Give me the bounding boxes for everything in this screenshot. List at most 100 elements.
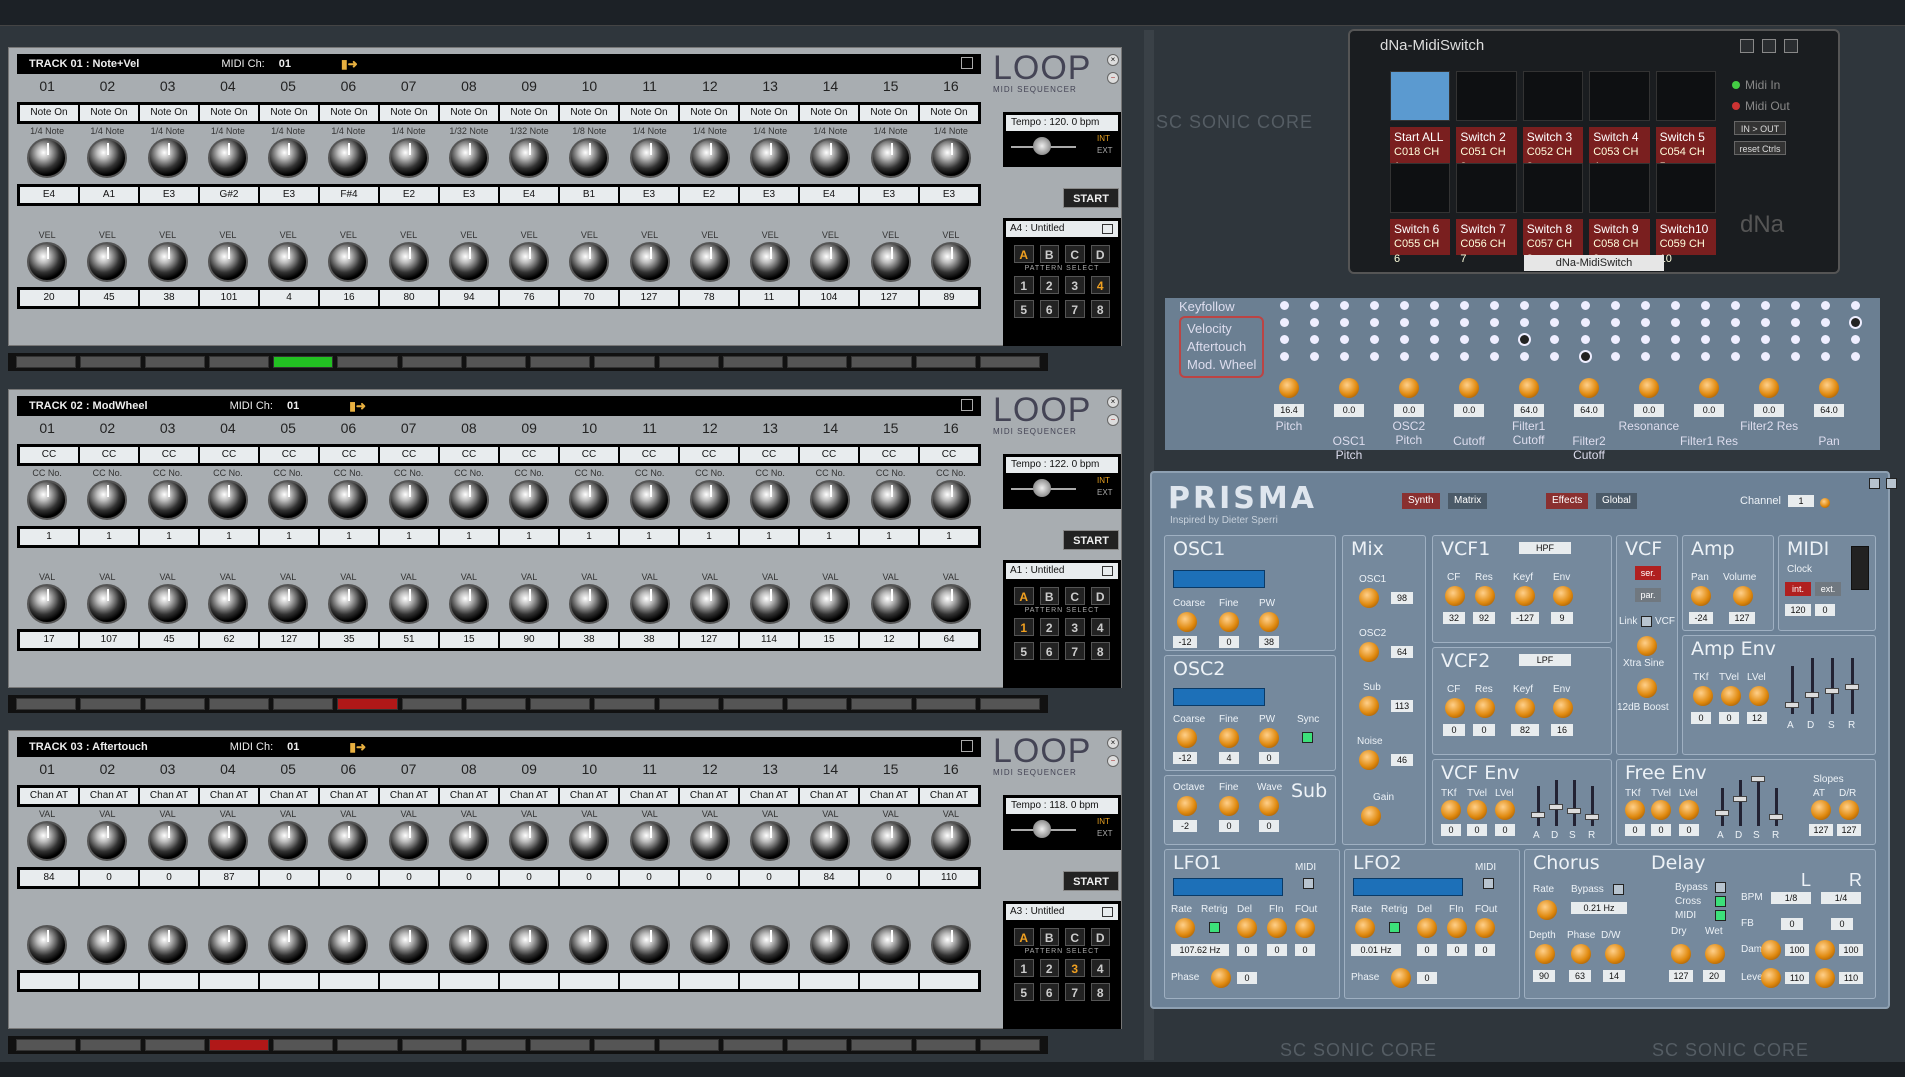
matrix-dot[interactable]	[1309, 301, 1319, 310]
mod-amount-knob[interactable]	[1819, 378, 1839, 398]
event-type-field[interactable]: CC	[560, 447, 618, 463]
osc1-fine-value[interactable]: 0	[1219, 636, 1239, 648]
lfo2-midi-toggle[interactable]	[1483, 878, 1494, 889]
pattern-number-6-button[interactable]: 6	[1039, 642, 1059, 660]
amp-volume-value[interactable]: 127	[1729, 612, 1755, 624]
matrix-dot[interactable]	[1640, 318, 1650, 327]
mod-amount-knob[interactable]	[1399, 378, 1419, 398]
event-type-field[interactable]: CC	[860, 447, 918, 463]
row2-value[interactable]: 15	[800, 632, 858, 648]
mix-noise-knob[interactable]	[1359, 750, 1379, 770]
mod-amount-value[interactable]: 0.0	[1394, 404, 1424, 417]
event-type-field[interactable]: CC	[260, 447, 318, 463]
osc2-coarse-knob[interactable]	[1177, 728, 1197, 748]
window-icon[interactable]	[961, 57, 973, 69]
delay-cross-toggle[interactable]	[1715, 896, 1726, 907]
row1-value[interactable]: 1	[200, 529, 258, 545]
row1-value[interactable]: 0	[620, 870, 678, 886]
ext-label[interactable]: EXT	[1097, 146, 1113, 155]
ext-label[interactable]: EXT	[1097, 829, 1113, 838]
delay-bypass-toggle[interactable]	[1715, 882, 1726, 893]
step-knob[interactable]	[388, 138, 429, 178]
event-type-field[interactable]: Chan AT	[20, 788, 78, 804]
mix-noise-value[interactable]: 46	[1391, 754, 1413, 766]
lfo2-retrig-toggle[interactable]	[1389, 922, 1400, 933]
freeenv-tkf-value[interactable]: 0	[1625, 824, 1645, 836]
lfo2-fout-value[interactable]: 0	[1475, 944, 1495, 956]
row2-value[interactable]	[200, 973, 258, 989]
matrix-dot[interactable]	[1791, 318, 1801, 327]
matrix-dot[interactable]	[1851, 318, 1861, 327]
step-knob[interactable]	[147, 480, 188, 520]
row1-value[interactable]: E4	[20, 187, 78, 203]
mod-amount-value[interactable]: 64.0	[1514, 404, 1544, 417]
tempo-knob[interactable]	[1033, 137, 1051, 155]
tab-matrix[interactable]: Matrix	[1448, 493, 1488, 509]
event-type-field[interactable]: Note On	[140, 105, 198, 121]
step-knob[interactable]	[930, 242, 971, 282]
step-knob[interactable]	[870, 138, 911, 178]
event-type-field[interactable]: Note On	[80, 105, 138, 121]
row2-value[interactable]: 89	[920, 290, 978, 306]
pattern-bank-d-button[interactable]: D	[1090, 245, 1110, 263]
lfo1-rate-knob[interactable]	[1175, 918, 1195, 938]
vcf2-res-knob[interactable]	[1475, 698, 1495, 718]
matrix-dot[interactable]	[1580, 301, 1590, 310]
row2-value[interactable]: 127	[260, 632, 318, 648]
step-knob[interactable]	[448, 821, 489, 861]
matrix-dot[interactable]	[1731, 352, 1741, 361]
matrix-dot[interactable]	[1700, 335, 1710, 344]
row2-value[interactable]: 107	[80, 632, 138, 648]
step-knob[interactable]	[689, 925, 730, 965]
event-type-field[interactable]: Note On	[20, 105, 78, 121]
delay-bpm-left-value[interactable]: 1/8	[1771, 892, 1811, 904]
mod-amount-knob[interactable]	[1339, 378, 1359, 398]
freeenv-dr-knob[interactable]	[1839, 800, 1859, 820]
delay-dry-value[interactable]: 127	[1669, 970, 1693, 982]
pattern-number-7-button[interactable]: 7	[1065, 300, 1085, 318]
row2-value[interactable]: 127	[680, 632, 738, 648]
matrix-dot[interactable]	[1339, 318, 1349, 327]
lfo2-del-value[interactable]: 0	[1417, 944, 1437, 956]
event-type-field[interactable]: Chan AT	[80, 788, 138, 804]
step-knob[interactable]	[27, 480, 68, 520]
row1-value[interactable]: E3	[740, 187, 798, 203]
vcf2-cf-value[interactable]: 0	[1443, 724, 1465, 736]
tab-global[interactable]: Global	[1596, 493, 1637, 509]
chorus-depth-value[interactable]: 90	[1533, 970, 1555, 982]
freeenv-dr-value[interactable]: 127	[1837, 824, 1861, 836]
step-knob[interactable]	[629, 138, 670, 178]
vcf1-keyf-knob[interactable]	[1515, 586, 1535, 606]
start-button[interactable]: START	[1063, 871, 1119, 891]
row2-value[interactable]	[800, 973, 858, 989]
matrix-dot[interactable]	[1520, 335, 1530, 344]
matrix-dot[interactable]	[1520, 301, 1530, 310]
pattern-number-5-button[interactable]: 5	[1014, 642, 1034, 660]
step-knob[interactable]	[207, 821, 248, 861]
vcfenv-r-fader[interactable]	[1591, 786, 1594, 826]
event-type-field[interactable]: Note On	[200, 105, 258, 121]
lfo1-phase-knob[interactable]	[1211, 968, 1231, 988]
step-knob[interactable]	[569, 584, 610, 624]
step-knob[interactable]	[810, 138, 851, 178]
pattern-number-6-button[interactable]: 6	[1039, 300, 1059, 318]
step-knob[interactable]	[930, 480, 971, 520]
matrix-dot[interactable]	[1369, 335, 1379, 344]
step-knob[interactable]	[870, 242, 911, 282]
step-knob[interactable]	[87, 480, 128, 520]
step-knob[interactable]	[810, 480, 851, 520]
step-knob[interactable]	[207, 584, 248, 624]
matrix-dot[interactable]	[1279, 352, 1289, 361]
matrix-dot[interactable]	[1670, 335, 1680, 344]
row1-value[interactable]: 87	[200, 870, 258, 886]
sub-fine-knob[interactable]	[1219, 796, 1239, 816]
switch-label[interactable]: Switch10 C059 CH 10	[1655, 219, 1716, 265]
event-type-field[interactable]: Chan AT	[740, 788, 798, 804]
vcf2-env-value[interactable]: 16	[1551, 724, 1573, 736]
freeenv-d-fader[interactable]	[1739, 780, 1742, 826]
minimize-icon[interactable]: −	[1107, 755, 1119, 767]
row1-value[interactable]: E3	[920, 187, 978, 203]
step-knob[interactable]	[569, 138, 610, 178]
matrix-dot[interactable]	[1430, 301, 1440, 310]
event-type-field[interactable]: Note On	[620, 105, 678, 121]
